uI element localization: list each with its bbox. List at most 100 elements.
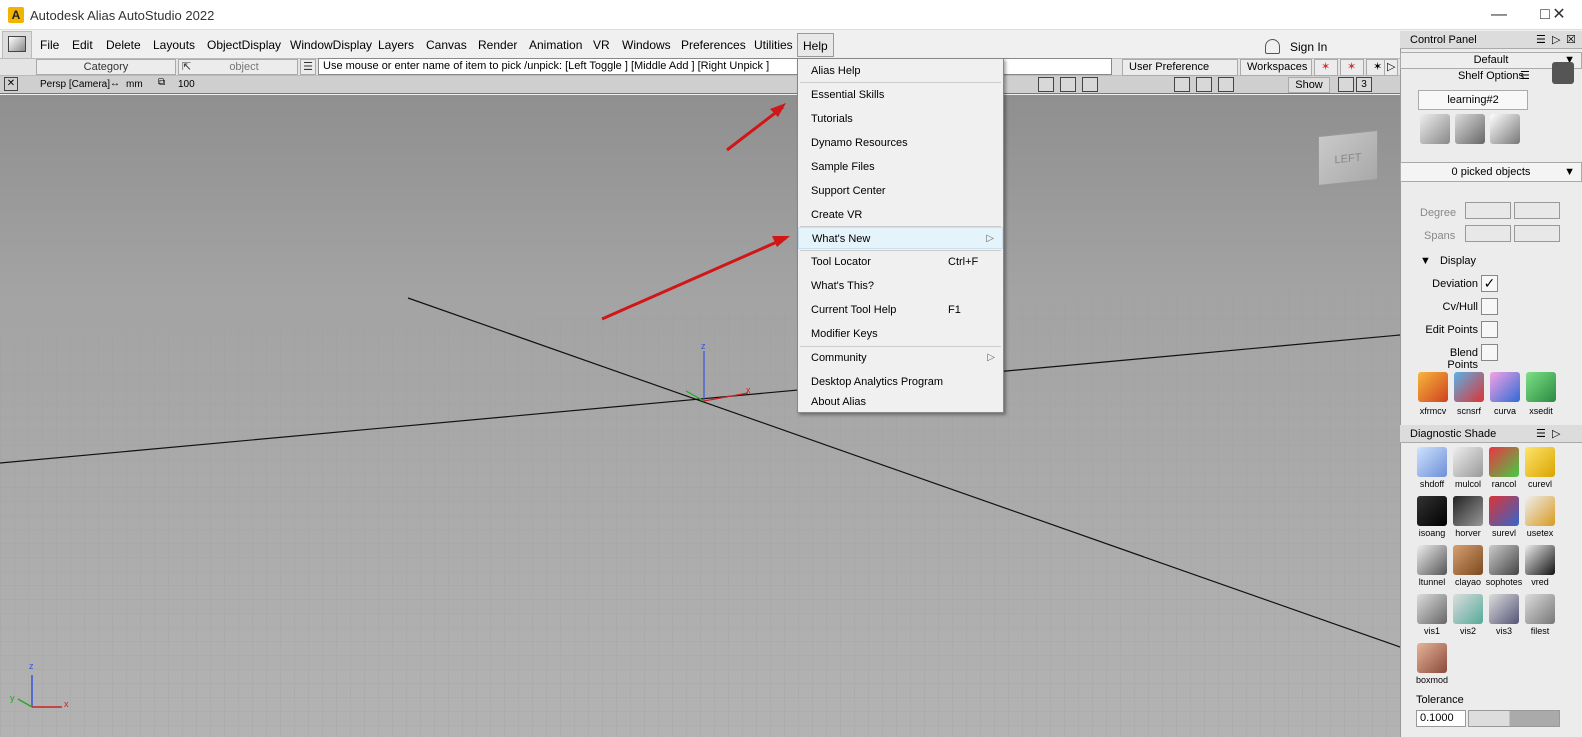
satellite-tool-icon[interactable]: [1420, 114, 1450, 144]
xsedit-label: xsedit: [1529, 406, 1553, 416]
sign-in-button[interactable]: Sign In: [1290, 40, 1327, 54]
tolerance-slider[interactable]: [1468, 710, 1560, 727]
horver-tool-icon[interactable]: [1453, 496, 1483, 526]
camera-icon[interactable]: [1038, 77, 1054, 92]
cv-hull-checkbox[interactable]: [1481, 298, 1498, 315]
fit-icon[interactable]: [1174, 77, 1190, 92]
tumble-icon[interactable]: [1196, 77, 1212, 92]
menu-layouts[interactable]: Layouts: [153, 38, 195, 52]
film-icon[interactable]: [1060, 77, 1076, 92]
help-item-desktop-analytics[interactable]: Desktop Analytics Program: [798, 371, 1003, 393]
expand-arrow-icon[interactable]: ▷: [1384, 59, 1398, 76]
tolerance-input[interactable]: 0.1000: [1416, 710, 1466, 727]
ltunnel-tool-icon[interactable]: [1417, 545, 1447, 575]
vred-tool-icon[interactable]: [1525, 545, 1555, 575]
menu-file[interactable]: File: [40, 38, 59, 52]
sophotes-tool-icon[interactable]: [1489, 545, 1519, 575]
help-item-whats-new[interactable]: What's New ▷: [798, 227, 1003, 249]
mulcol-tool-icon[interactable]: [1453, 447, 1483, 477]
help-item-tutorials[interactable]: Tutorials: [798, 108, 1003, 130]
display-section-toggle[interactable]: ▼ Display: [1420, 255, 1560, 267]
clayao-tool-icon[interactable]: [1453, 545, 1483, 575]
diagnostic-expand-icon[interactable]: ▷: [1552, 425, 1560, 443]
vis2-label: vis2: [1459, 626, 1476, 636]
menu-layers[interactable]: Layers: [378, 38, 414, 52]
pin-icon[interactable]: ✶: [1314, 59, 1338, 76]
filest-tool-icon[interactable]: [1525, 594, 1555, 624]
tools-icon[interactable]: [1455, 114, 1485, 144]
help-item-create-vr[interactable]: Create VR: [798, 204, 1003, 226]
degree-field-1[interactable]: [1465, 202, 1511, 219]
menu-utilities[interactable]: Utilities: [754, 38, 793, 52]
shelf-tab-learning[interactable]: learning#2: [1418, 90, 1528, 110]
picked-objects-dropdown[interactable]: 0 picked objects ▼: [1400, 162, 1582, 182]
help-item-modifier-keys[interactable]: Modifier Keys: [798, 323, 1003, 345]
isoang-tool-icon[interactable]: [1417, 496, 1447, 526]
workspaces-button[interactable]: Workspaces: [1240, 59, 1312, 76]
help-item-current-tool-help[interactable]: Current Tool Help F1: [798, 299, 1003, 321]
perspective-viewport[interactable]: LEFT z y x z x: [0, 95, 1400, 737]
help-item-essential-skills[interactable]: Essential Skills: [798, 84, 1003, 106]
pin-icon[interactable]: ✶: [1340, 59, 1364, 76]
object-selector[interactable]: ⇱ object: [178, 59, 298, 75]
vis1-tool-icon[interactable]: [1417, 594, 1447, 624]
panel-close-icon[interactable]: ☒: [1566, 31, 1576, 49]
curva-tool-icon[interactable]: [1490, 372, 1520, 402]
help-item-dynamo-resources[interactable]: Dynamo Resources: [798, 132, 1003, 154]
boxmod-tool-icon[interactable]: [1417, 643, 1447, 673]
menu-vr[interactable]: VR: [593, 38, 610, 52]
move-icon[interactable]: [1218, 77, 1234, 92]
usetex-tool-icon[interactable]: [1525, 496, 1555, 526]
help-item-whats-this[interactable]: What's This?: [798, 275, 1003, 297]
help-item-support-center[interactable]: Support Center: [798, 180, 1003, 202]
help-item-sample-files[interactable]: Sample Files: [798, 156, 1003, 178]
menu-delete[interactable]: Delete: [106, 38, 141, 52]
help-item-community[interactable]: Community ▷: [798, 347, 1003, 369]
xsedit-tool-icon[interactable]: [1526, 372, 1556, 402]
mulcol-label: mulcol: [1454, 479, 1481, 489]
scnsrf-tool-icon[interactable]: [1454, 372, 1484, 402]
trash-icon[interactable]: [1552, 62, 1574, 84]
category-selector[interactable]: Category: [36, 59, 176, 75]
blend-points-checkbox[interactable]: [1481, 344, 1498, 361]
menu-objectdisplay[interactable]: ObjectDisplay: [207, 38, 281, 52]
menu-edit[interactable]: Edit: [72, 38, 93, 52]
help-item-about-alias[interactable]: About Alias: [798, 391, 1003, 413]
shading-icon[interactable]: [1338, 77, 1354, 92]
close-icon[interactable]: ✕: [1536, 0, 1582, 30]
user-preference-sets-button[interactable]: User Preference Sets: [1122, 59, 1238, 88]
zoom-icon[interactable]: [1082, 77, 1098, 92]
rancol-tool-icon[interactable]: [1489, 447, 1519, 477]
degree-field-2[interactable]: [1514, 202, 1560, 219]
menu-preferences[interactable]: Preferences: [681, 38, 746, 52]
spans-field-1[interactable]: [1465, 225, 1511, 242]
diagnostic-menu-icon[interactable]: ☰: [1536, 425, 1546, 443]
close-view-icon[interactable]: ✕: [4, 77, 18, 91]
quality-level[interactable]: 3: [1356, 77, 1372, 92]
prompt-history-icon[interactable]: ☰: [300, 59, 316, 75]
view-cube[interactable]: LEFT: [1318, 129, 1378, 187]
menu-animation[interactable]: Animation: [529, 38, 582, 52]
help-item-tool-locator[interactable]: Tool Locator Ctrl+F: [798, 251, 1003, 273]
show-button[interactable]: Show: [1288, 77, 1330, 93]
menu-render[interactable]: Render: [478, 38, 517, 52]
shdoff-tool-icon[interactable]: [1417, 447, 1447, 477]
help-book-icon[interactable]: [1490, 114, 1520, 144]
xfrmcv-tool-icon[interactable]: [1418, 372, 1448, 402]
shelf-menu-icon[interactable]: ☰: [1520, 69, 1530, 84]
vis2-tool-icon[interactable]: [1453, 594, 1483, 624]
minimize-icon[interactable]: —: [1476, 0, 1522, 30]
edit-points-checkbox[interactable]: [1481, 321, 1498, 338]
surevl-tool-icon[interactable]: [1489, 496, 1519, 526]
panel-expand-icon[interactable]: ▷: [1552, 31, 1560, 49]
menu-windowdisplay[interactable]: WindowDisplay: [290, 38, 372, 52]
spans-field-2[interactable]: [1514, 225, 1560, 242]
vis3-tool-icon[interactable]: [1489, 594, 1519, 624]
menu-canvas[interactable]: Canvas: [426, 38, 467, 52]
curevl-tool-icon[interactable]: [1525, 447, 1555, 477]
help-item-alias-help[interactable]: Alias Help: [798, 60, 1003, 82]
deviation-checkbox[interactable]: ✓: [1481, 275, 1498, 292]
panel-menu-icon[interactable]: ☰: [1536, 31, 1546, 49]
menu-windows[interactable]: Windows: [622, 38, 671, 52]
menu-help[interactable]: Help: [797, 33, 834, 57]
